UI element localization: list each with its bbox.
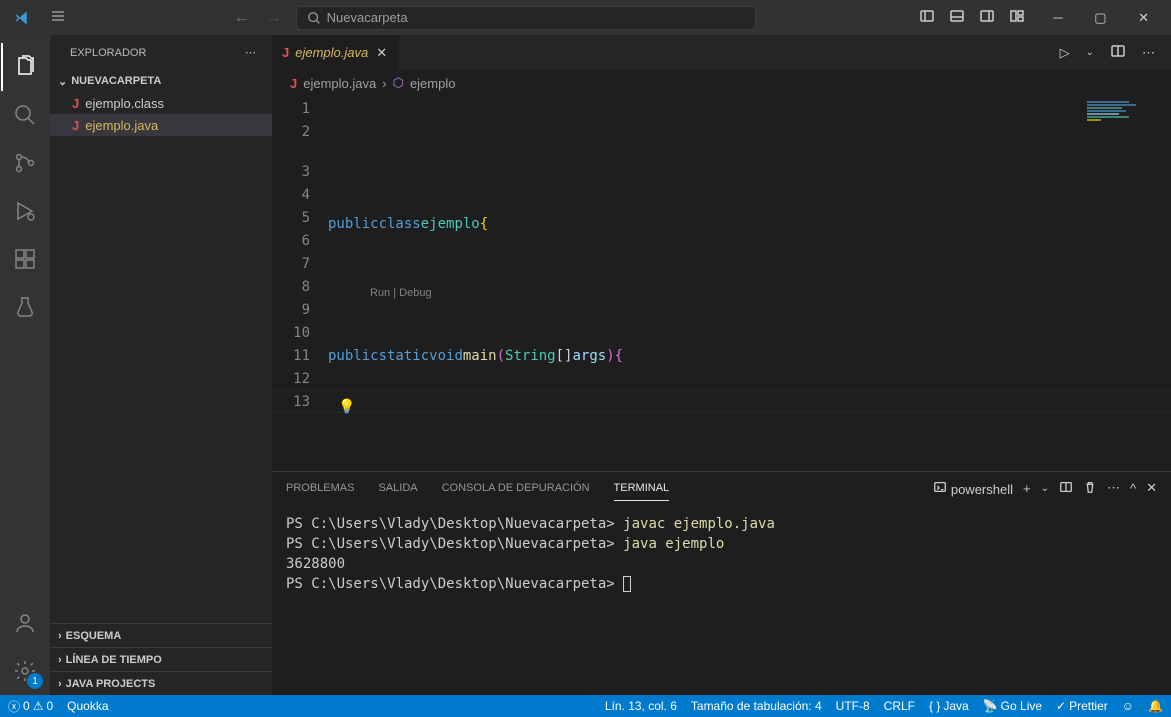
activity-testing[interactable] (1, 283, 49, 331)
panel-tab-debug[interactable]: CONSOLA DE DEPURACIÓN (442, 476, 590, 500)
folder-header[interactable]: ⌄ NUEVACARPETA (50, 70, 272, 92)
status-indentation[interactable]: Tamaño de tabulación: 4 (691, 699, 822, 713)
status-feedback-icon[interactable]: ☺ (1122, 699, 1134, 713)
close-panel-icon[interactable]: ✕ (1146, 480, 1157, 496)
java-file-icon: J (290, 76, 297, 91)
file-name: ejemplo.class (85, 96, 164, 111)
status-quokka[interactable]: Quokka (67, 699, 108, 713)
search-icon (307, 11, 321, 25)
panel-more-icon[interactable]: ⋯ (1107, 480, 1120, 496)
status-golive[interactable]: 📡 Go Live (983, 699, 1042, 713)
editor-more-icon[interactable]: ⋯ (1136, 41, 1161, 65)
panel-tab-problems[interactable]: PROBLEMAS (286, 476, 354, 500)
codelens[interactable]: Run | Debug (328, 282, 1171, 299)
chevron-right-icon: › (58, 654, 62, 666)
activity-extensions[interactable] (1, 235, 49, 283)
split-editor-icon[interactable] (1104, 39, 1132, 66)
class-symbol-icon: ⬡ (393, 75, 404, 91)
status-encoding[interactable]: UTF-8 (836, 699, 870, 713)
nav-back-icon[interactable]: ← (228, 5, 256, 31)
java-file-icon: J (72, 96, 79, 111)
maximize-panel-icon[interactable]: ^ (1130, 481, 1136, 496)
minimap[interactable] (1087, 100, 1157, 140)
section-timeline[interactable]: › LÍNEA DE TIEMPO (50, 647, 272, 671)
section-outline[interactable]: › ESQUEMA (50, 623, 272, 647)
activity-source-control[interactable] (1, 139, 49, 187)
activity-search[interactable] (1, 91, 49, 139)
chevron-right-icon: › (58, 630, 62, 642)
terminal-dropdown-icon[interactable]: ⌄ (1041, 483, 1049, 494)
status-eol[interactable]: CRLF (884, 699, 915, 713)
breadcrumbs[interactable]: J ejemplo.java › ⬡ ejemplo (272, 70, 1171, 96)
sidebar: EXPLORADOR ⋯ ⌄ NUEVACARPETA J ejemplo.cl… (50, 35, 272, 695)
run-icon[interactable]: ▷ (1054, 41, 1076, 65)
window-close-icon[interactable]: ✕ (1124, 2, 1163, 33)
nav-forward-icon[interactable]: → (260, 5, 288, 31)
section-java-projects[interactable]: › JAVA PROJECTS (50, 671, 272, 695)
folder-name: NUEVACARPETA (71, 75, 161, 87)
status-errors[interactable]: ⓧ 0 ⚠ 0 (8, 698, 53, 715)
activitybar: 1 (0, 35, 50, 695)
activity-explorer[interactable] (1, 43, 49, 91)
chevron-right-icon: › (58, 678, 62, 690)
tab-close-icon[interactable]: ✕ (374, 45, 389, 61)
panel-tab-terminal[interactable]: TERMINAL (614, 476, 670, 501)
java-file-icon: J (72, 118, 79, 133)
terminal-shell[interactable]: powershell (933, 480, 1013, 497)
status-position[interactable]: Lín. 13, col. 6 (605, 699, 677, 713)
command-center[interactable]: Nuevacarpeta (296, 6, 756, 30)
sidebar-more-icon[interactable]: ⋯ (245, 46, 256, 59)
lightbulb-icon[interactable]: 💡 (338, 396, 354, 412)
chevron-down-icon: ⌄ (58, 75, 67, 88)
split-terminal-icon[interactable] (1059, 480, 1073, 497)
terminal-cursor (623, 576, 631, 592)
status-bell-icon[interactable]: 🔔 (1148, 699, 1163, 713)
new-terminal-icon[interactable]: + (1023, 481, 1031, 496)
statusbar: ⓧ 0 ⚠ 0 Quokka Lín. 13, col. 6 Tamaño de… (0, 695, 1171, 717)
window-minimize-icon[interactable]: ─ (1039, 2, 1076, 33)
breadcrumb-file: ejemplo.java (303, 76, 376, 91)
layout-panel-icon[interactable] (943, 4, 971, 31)
customize-layout-icon[interactable] (1003, 4, 1031, 31)
chevron-right-icon: › (382, 76, 386, 91)
activity-accounts[interactable] (1, 599, 49, 647)
layout-sidebar-left-icon[interactable] (913, 4, 941, 31)
line-gutter: 12345678910111213 (272, 96, 328, 471)
search-placeholder: Nuevacarpeta (327, 10, 408, 25)
sidebar-title: EXPLORADOR (70, 47, 146, 59)
status-prettier[interactable]: ✓ Prettier (1056, 699, 1108, 713)
tab-label: ejemplo.java (295, 45, 368, 60)
activity-settings[interactable]: 1 (1, 647, 49, 695)
run-dropdown-icon[interactable]: ⌄ (1080, 43, 1100, 62)
editor-tabs: J ejemplo.java ✕ ▷ ⌄ ⋯ (272, 35, 1171, 70)
breadcrumb-symbol: ejemplo (410, 76, 456, 91)
titlebar: ← → Nuevacarpeta ─ ▢ ✕ (0, 0, 1171, 35)
file-name: ejemplo.java (85, 118, 158, 133)
kill-terminal-icon[interactable] (1083, 480, 1097, 497)
editor-area: J ejemplo.java ✕ ▷ ⌄ ⋯ J ejemplo.java › … (272, 35, 1171, 695)
file-item-java[interactable]: J ejemplo.java (50, 114, 272, 136)
vscode-logo-icon (14, 9, 32, 27)
tab-ejemplo[interactable]: J ejemplo.java ✕ (272, 35, 400, 70)
terminal-output[interactable]: PS C:\Users\Vlady\Desktop\Nuevacarpeta> … (272, 504, 1171, 695)
settings-badge: 1 (27, 673, 43, 689)
panel-tab-output[interactable]: SALIDA (378, 476, 417, 500)
hamburger-menu-icon[interactable] (46, 4, 70, 31)
panel: PROBLEMAS SALIDA CONSOLA DE DEPURACIÓN T… (272, 471, 1171, 695)
layout-sidebar-right-icon[interactable] (973, 4, 1001, 31)
status-language[interactable]: { } Java (929, 699, 969, 713)
java-file-icon: J (282, 45, 289, 60)
activity-run-debug[interactable] (1, 187, 49, 235)
code-editor[interactable]: 12345678910111213 public class ejemplo {… (272, 96, 1171, 471)
file-item-class[interactable]: J ejemplo.class (50, 92, 272, 114)
window-maximize-icon[interactable]: ▢ (1080, 2, 1120, 33)
